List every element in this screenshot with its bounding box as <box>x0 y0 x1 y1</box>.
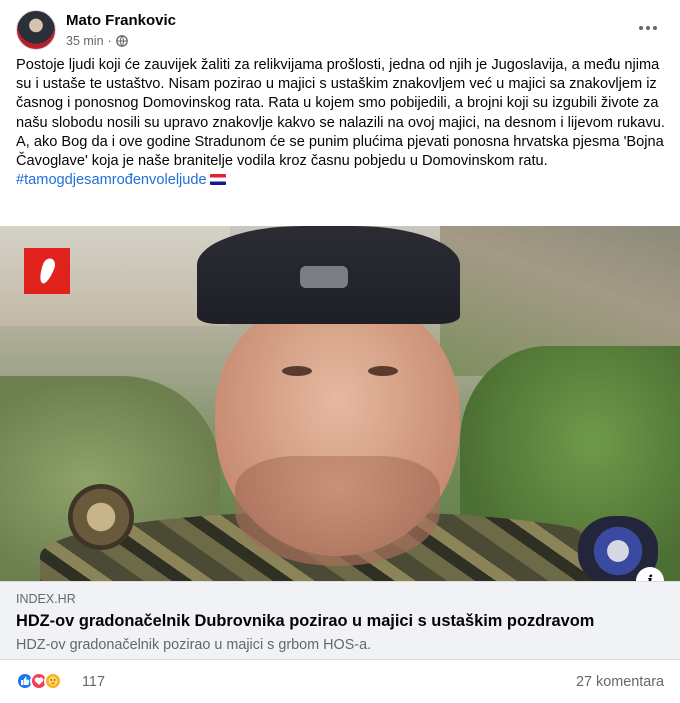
cap-logo <box>300 266 348 288</box>
comment-count[interactable]: 27 komentara <box>576 674 664 690</box>
link-preview[interactable]: INDEX.HR HDZ-ov gradonačelnik Dubrovnika… <box>0 581 680 660</box>
dot-icon <box>646 26 650 30</box>
post-text: Postoje ljudi koji će zauvijek žaliti za… <box>16 56 666 190</box>
dot-icon <box>653 26 657 30</box>
post-meta: 35 min · <box>66 34 128 48</box>
post-paragraph-2: A, ako Bog da i ove godine Stradunom će … <box>16 133 664 170</box>
post-time[interactable]: 35 min <box>66 34 104 48</box>
link-headline[interactable]: HDZ-ov gradonačelnik Dubrovnika pozirao … <box>16 612 594 631</box>
dot-icon <box>639 26 643 30</box>
beard <box>235 456 440 566</box>
reaction-icons[interactable] <box>16 672 62 690</box>
meta-separator: · <box>107 34 112 48</box>
sleeve-patch <box>68 484 134 550</box>
link-subtitle: HDZ-ov gradonačelnik pozirao u majici s … <box>16 637 372 653</box>
more-options-button[interactable] <box>634 16 662 40</box>
author-avatar[interactable] <box>16 10 56 50</box>
post-footer: 117 27 komentara <box>16 670 664 696</box>
care-icon <box>44 672 62 690</box>
croatian-flag-icon <box>209 174 226 186</box>
globe-icon <box>115 35 128 47</box>
hashtag-line: #tamogdjesamrođenvoleljude <box>16 171 666 190</box>
link-domain: INDEX.HR <box>16 592 76 606</box>
post-header: Mato Frankovic 35 min · <box>16 8 664 50</box>
post-photo[interactable]: i <box>0 226 680 581</box>
facebook-post: Mato Frankovic 35 min · Postoje ljudi ko… <box>0 0 680 703</box>
author-name[interactable]: Mato Frankovic <box>66 12 176 29</box>
chili-logo-icon <box>24 248 70 294</box>
eye <box>368 366 398 376</box>
reaction-count[interactable]: 117 <box>82 674 105 690</box>
post-paragraph-1: Postoje ljudi koji će zauvijek žaliti za… <box>16 57 665 131</box>
hashtag-link[interactable]: #tamogdjesamrođenvoleljude <box>16 172 207 188</box>
eye <box>282 366 312 376</box>
